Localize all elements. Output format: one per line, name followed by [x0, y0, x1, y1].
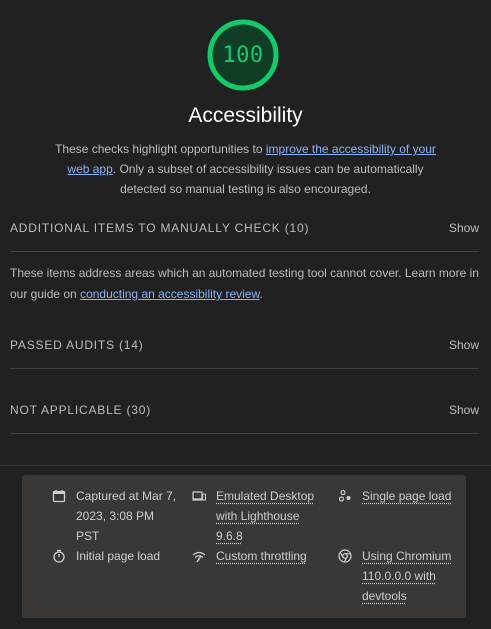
- passed-audits-title: PASSED AUDITS (14): [10, 338, 144, 352]
- not-applicable-show-button[interactable]: Show: [449, 403, 479, 417]
- category-title: Accessibility: [188, 104, 303, 127]
- throttling-item[interactable]: Custom throttling: [192, 546, 317, 566]
- runtime-settings-panel: Captured at Mar 7, 2023, 3:08 PM PST Emu…: [22, 475, 466, 618]
- footer-divider: [0, 465, 491, 466]
- throttling-text[interactable]: Custom throttling: [216, 546, 307, 566]
- manual-desc-text-after: .: [259, 287, 263, 301]
- browser-text[interactable]: Using Chromium 110.0.0.0 with devtools: [362, 546, 463, 606]
- manual-check-title: ADDITIONAL ITEMS TO MANUALLY CHECK (10): [10, 221, 310, 235]
- divider: [10, 433, 479, 434]
- stopwatch-icon: [53, 549, 65, 563]
- single-page-icon: [338, 489, 351, 502]
- accessibility-review-link[interactable]: conducting an accessibility review: [80, 287, 259, 301]
- initial-load-text: Initial page load: [76, 549, 161, 563]
- single-page-text[interactable]: Single page load: [362, 486, 451, 506]
- captured-at-item: Captured at Mar 7, 2023, 3:08 PM PST: [52, 486, 177, 546]
- manual-check-show-button[interactable]: Show: [449, 221, 479, 235]
- chromium-icon: [338, 549, 352, 563]
- category-description: These checks highlight opportunities to …: [48, 139, 443, 199]
- divider: [10, 251, 479, 252]
- passed-audits-header[interactable]: PASSED AUDITS (14) Show: [10, 335, 479, 355]
- emulated-device-text[interactable]: Emulated Desktop with Lighthouse 9.6.8: [216, 486, 317, 546]
- description-text-before: These checks highlight opportunities to: [55, 142, 266, 156]
- description-text-after: . Only a subset of accessibility issues …: [112, 162, 424, 196]
- not-applicable-header[interactable]: NOT APPLICABLE (30) Show: [10, 400, 479, 420]
- score-gauge: 100: [207, 19, 279, 91]
- single-page-item[interactable]: Single page load: [338, 486, 463, 506]
- initial-load-item: Initial page load: [52, 546, 177, 566]
- not-applicable-title: NOT APPLICABLE (30): [10, 403, 152, 417]
- score-value: 100: [222, 42, 264, 68]
- calendar-icon: [52, 490, 66, 503]
- captured-at-text: Captured at Mar 7, 2023, 3:08 PM PST: [76, 489, 177, 543]
- desktop-device-icon: [192, 491, 206, 501]
- manual-check-description: These items address areas which an autom…: [10, 263, 480, 305]
- emulated-device-item[interactable]: Emulated Desktop with Lighthouse 9.6.8: [192, 486, 317, 546]
- network-throttle-icon: [192, 551, 206, 563]
- passed-audits-show-button[interactable]: Show: [449, 338, 479, 352]
- manual-check-header[interactable]: ADDITIONAL ITEMS TO MANUALLY CHECK (10) …: [10, 218, 479, 238]
- divider: [10, 368, 479, 369]
- browser-item[interactable]: Using Chromium 110.0.0.0 with devtools: [338, 546, 463, 606]
